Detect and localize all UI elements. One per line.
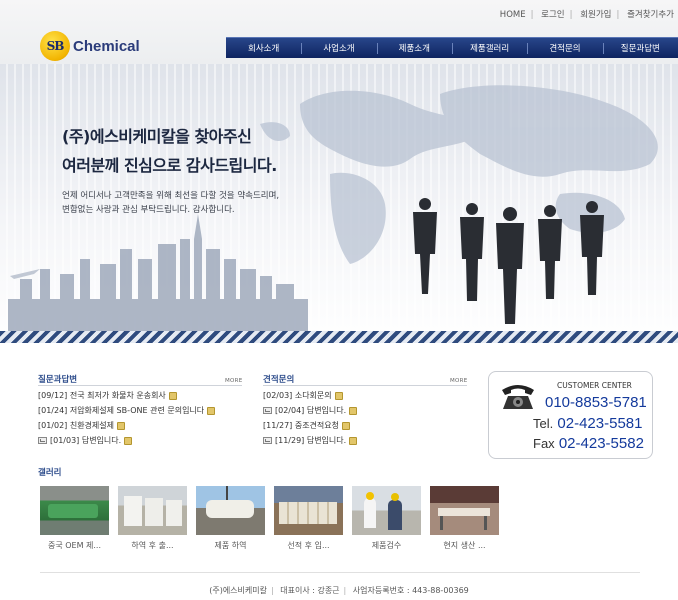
home-link[interactable]: HOME — [500, 10, 526, 20]
gallery-item[interactable]: 현지 생산 ... — [430, 486, 499, 551]
list-item[interactable]: [01/02] 친환경제설제 — [38, 418, 215, 433]
headline-line-1: (주)에스비케미칼을 찾아주신 — [62, 127, 252, 146]
reply-icon — [263, 407, 272, 414]
gallery-item[interactable]: 중국 OEM 제... — [40, 486, 109, 551]
utility-nav: HOME | 로그인 | 회원가입 | 즐겨찾기추가 — [499, 10, 674, 20]
airplane-graphic — [10, 269, 40, 279]
list-item[interactable]: [11/29] 답변입니다. — [263, 433, 358, 448]
lock-icon — [334, 391, 343, 400]
nav-business[interactable]: 사업소개 — [301, 38, 376, 58]
estimate-title: 견적문의 — [263, 375, 295, 385]
logo-wordmark: Chemical — [73, 37, 140, 55]
bookmark-link[interactable]: 즐겨찾기추가 — [627, 10, 674, 20]
gallery-thumbnails: 중국 OEM 제... 하역 후 출... 제품 하역 선적 후 입... 제품… — [40, 486, 499, 551]
lock-icon — [349, 406, 358, 415]
crane-unloading-photo — [196, 486, 265, 535]
reply-icon — [263, 437, 272, 444]
site-logo[interactable]: SB Chemical — [40, 31, 140, 61]
white-bags-photo — [118, 486, 187, 535]
diagonal-stripe-divider — [0, 331, 678, 343]
lock-icon — [117, 421, 125, 430]
factory-photo — [430, 486, 499, 535]
lock-icon — [349, 436, 358, 445]
lock-icon — [168, 391, 177, 400]
fax-line: Fax 02-423-5582 — [533, 435, 644, 452]
city-skyline-graphic — [8, 214, 308, 339]
gallery-item[interactable]: 선적 후 입... — [274, 486, 343, 551]
customer-center-box: CUSTOMER CENTER 010-8853-5781 Tel. 02-42… — [488, 371, 653, 459]
ship-loading-photo — [274, 486, 343, 535]
logo-badge: SB — [40, 31, 70, 61]
login-link[interactable]: 로그인 — [541, 10, 564, 20]
estimate-divider — [263, 385, 467, 386]
telephone-icon — [502, 385, 534, 409]
main-nav: 회사소개 사업소개 제품소개 제품갤러리 견적문의 질문과답변 — [226, 37, 678, 58]
visual-subtext: 언제 어디서나 고객만족을 위해 최선을 다할 것을 약속드리며, 변함없는 사… — [62, 189, 279, 217]
visual-headline: (주)에스비케미칼을 찾아주신 여러분께 진심으로 감사드립니다. — [62, 122, 277, 180]
nav-estimate[interactable]: 견적문의 — [527, 38, 602, 58]
subtext-line-2: 변함없는 사랑과 관심 부탁드립니다. 감사합니다. — [62, 205, 235, 215]
estimate-more-link[interactable]: MORE — [450, 378, 468, 384]
nav-company[interactable]: 회사소개 — [226, 38, 301, 58]
list-item[interactable]: [02/04] 답변입니다. — [263, 403, 358, 418]
list-item[interactable]: [01/24] 저압화제설제 SB-ONE 관련 문의입니다 — [38, 403, 216, 418]
gallery-title: 갤러리 — [38, 468, 62, 478]
nav-gallery[interactable]: 제품갤러리 — [451, 38, 527, 58]
footer-company: (주)에스비케미칼 — [209, 586, 267, 595]
lock-icon — [207, 406, 216, 415]
qna-title: 질문과답변 — [38, 375, 78, 385]
tel-line: Tel. 02-423-5581 — [533, 415, 643, 432]
headline-line-2: 여러분께 진심으로 감사드립니다. — [62, 156, 277, 175]
reply-icon — [38, 437, 47, 444]
mobile-number: 010-8853-5781 — [545, 394, 647, 411]
estimate-list: [02/03] 소다회문의 [02/04] 답변입니다. [11/27] 중조견… — [263, 388, 358, 448]
qna-more-link[interactable]: MORE — [225, 378, 243, 384]
list-item[interactable]: [02/03] 소다회문의 — [263, 388, 357, 403]
gallery-item[interactable]: 하역 후 출... — [118, 486, 187, 551]
list-item[interactable]: [01/03] 답변입니다. — [38, 433, 215, 448]
nav-products[interactable]: 제품소개 — [376, 38, 452, 58]
nav-qna[interactable]: 질문과답변 — [602, 38, 678, 58]
lock-icon — [342, 421, 350, 430]
list-item[interactable]: [11/27] 중조견적요청 — [263, 418, 357, 433]
qna-divider — [38, 385, 242, 386]
footer-bizno: 사업자등록번호 : 443-88-00369 — [352, 586, 469, 595]
gallery-item[interactable]: 제품검수 — [352, 486, 421, 551]
inspection-photo — [352, 486, 421, 535]
footer: (주)에스비케미칼 | 대표이사 : 강종근 | 사업자등록번호 : 443-88-… — [209, 586, 469, 595]
footer-divider — [40, 572, 640, 573]
gallery-item[interactable]: 제품 하역 — [196, 486, 265, 551]
list-item[interactable]: [09/12] 전국 최저가 화물차 운송회사 — [38, 388, 215, 403]
customer-center-title: CUSTOMER CENTER — [557, 381, 632, 390]
lock-icon — [124, 436, 133, 445]
signup-link[interactable]: 회원가입 — [580, 10, 611, 20]
footer-ceo: 대표이사 : 강종근 — [280, 586, 340, 595]
qna-list: [09/12] 전국 최저가 화물차 운송회사 [01/24] 저압화제설제 S… — [38, 388, 216, 448]
subtext-line-1: 언제 어디서나 고객만족을 위해 최선을 다할 것을 약속드리며, — [62, 191, 280, 201]
green-bags-photo — [40, 486, 109, 535]
